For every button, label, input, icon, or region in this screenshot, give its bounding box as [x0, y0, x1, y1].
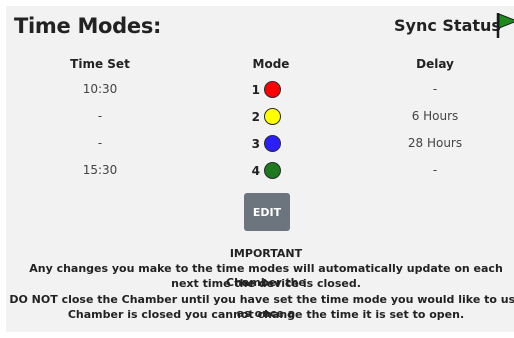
row-4-delay: - — [432, 163, 438, 177]
row-4-mode-number: 4 — [251, 164, 260, 178]
row-2-mode-number: 2 — [251, 110, 260, 124]
edit-button[interactable]: EDIT — [244, 193, 290, 231]
mode-3-blue-indicator — [264, 135, 281, 152]
sync-status-label: Sync Status — [394, 16, 501, 35]
column-header-mode: Mode — [252, 57, 290, 71]
important-heading: IMPORTANT — [229, 247, 303, 260]
row-1-time-set: 10:30 — [82, 82, 118, 96]
page-title: Time Modes: — [14, 14, 162, 38]
column-header-time-set: Time Set — [70, 57, 130, 71]
column-header-delay: Delay — [416, 57, 454, 71]
mode-4-green-indicator — [264, 162, 281, 179]
row-3-time-set: - — [97, 136, 103, 150]
row-3-mode-number: 3 — [251, 137, 260, 151]
row-3-delay: 28 Hours — [407, 136, 463, 150]
notice-line-4: Chamber is closed you cannot change the … — [67, 308, 465, 321]
row-2-delay: 6 Hours — [411, 109, 459, 123]
flag-icon[interactable] — [496, 12, 514, 38]
row-1-delay: - — [432, 82, 438, 96]
row-4-time-set: 15:30 — [82, 163, 118, 177]
mode-1-red-indicator — [264, 81, 281, 98]
row-1-mode-number: 1 — [251, 83, 260, 97]
mode-2-yellow-indicator — [264, 108, 281, 125]
notice-line-2: next time the device is closed. — [171, 277, 361, 290]
row-2-time-set: - — [97, 109, 103, 123]
